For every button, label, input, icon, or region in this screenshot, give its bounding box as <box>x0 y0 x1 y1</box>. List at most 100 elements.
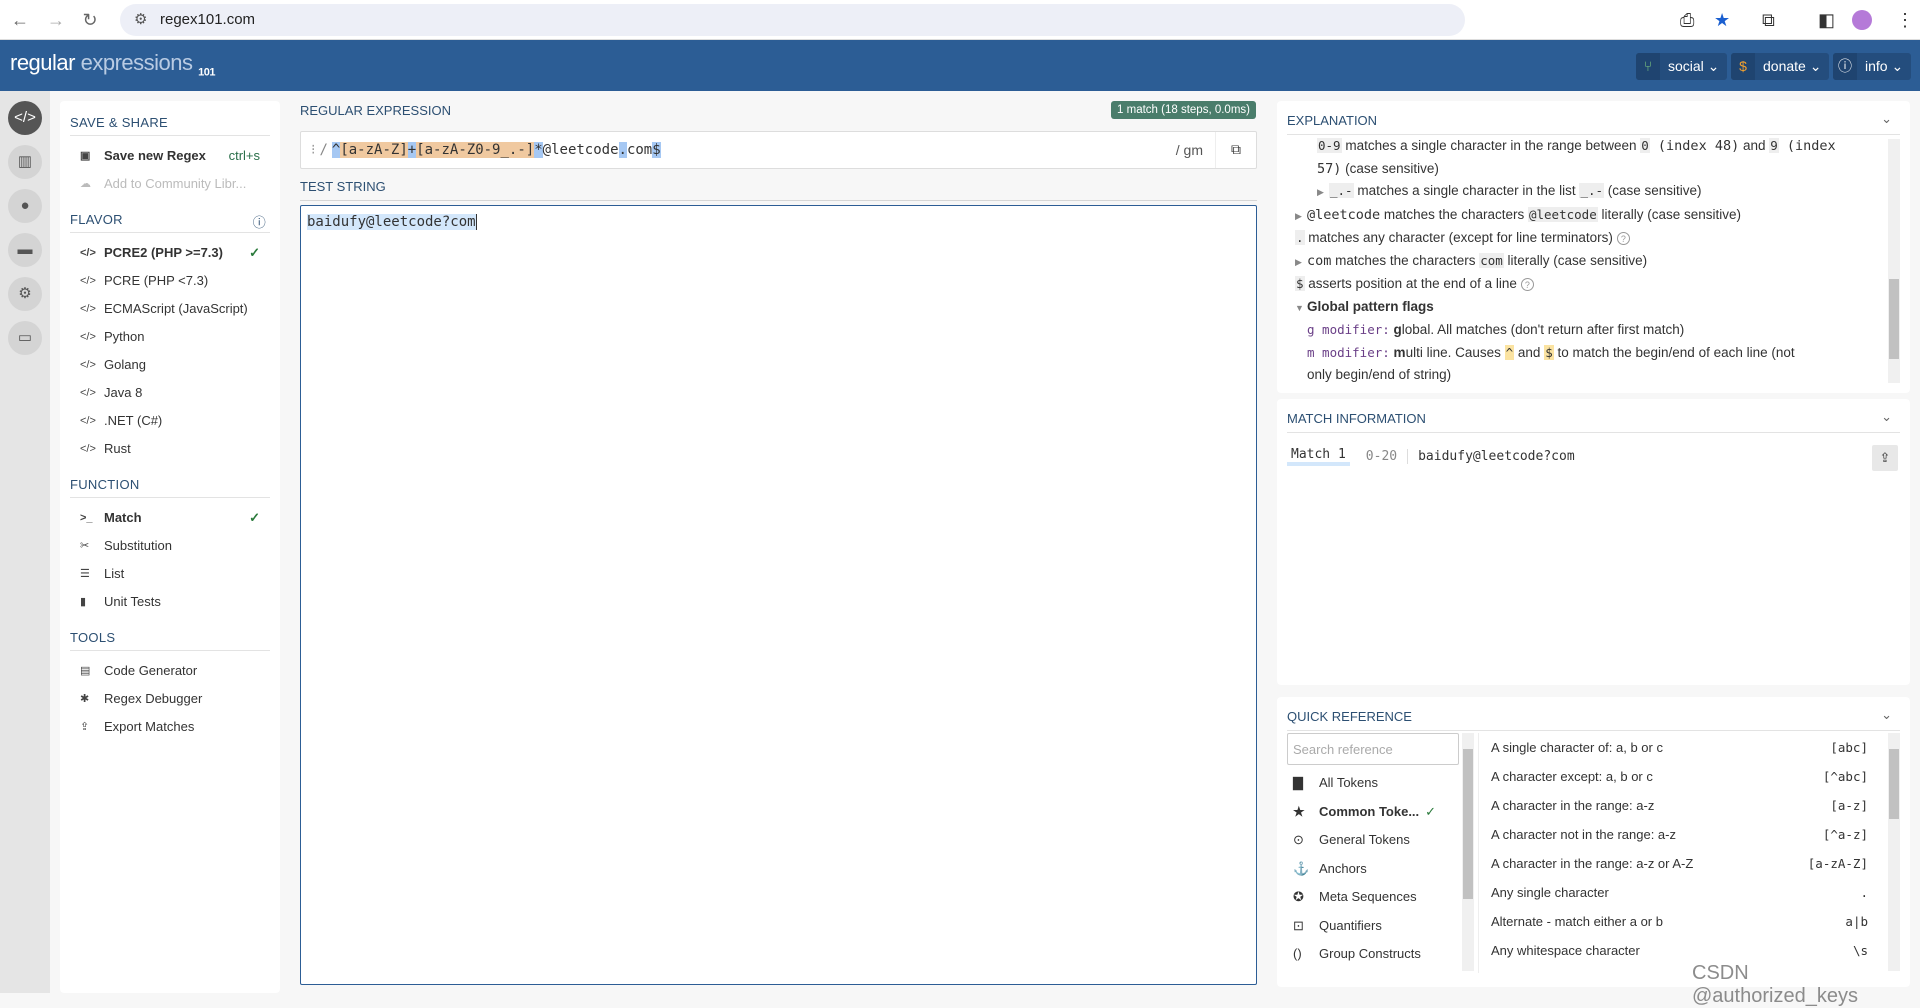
help-icon[interactable]: ⓘ <box>253 212 266 231</box>
tool-export-matches[interactable]: ⇪ Export Matches <box>70 713 270 741</box>
quick-reference-panel: QUICK REFERENCE ⌄ Search reference ▇ All T… <box>1277 697 1910 987</box>
info-icon: ⓘ <box>1833 53 1857 80</box>
regex-flags[interactable]: / gm <box>1176 132 1216 168</box>
settings-gear-icon[interactable]: ⚙ <box>8 277 42 311</box>
scissors-icon: ✂ <box>80 540 90 552</box>
code-icon: </> <box>80 275 96 287</box>
site-info-icon[interactable]: ⚙ <box>134 4 147 36</box>
dot-circle-icon: ⊙ <box>1293 832 1304 847</box>
category-meta-sequences[interactable]: ✪ Meta Sequences <box>1287 883 1459 912</box>
back-icon[interactable]: ← <box>8 8 32 32</box>
category-quantifiers[interactable]: ⊡ Quantifiers <box>1287 912 1459 941</box>
tool-code-generator[interactable]: ▤ Code Generator <box>70 657 270 685</box>
copy-icon[interactable]: ⧉ <box>1216 142 1256 158</box>
forward-icon[interactable]: → <box>44 8 68 32</box>
match-status-badge: 1 match (18 steps, 0.0ms) <box>1111 101 1256 119</box>
code-icon[interactable]: </> <box>8 101 42 135</box>
category-general-tokens[interactable]: ⊙ General Tokens <box>1287 826 1459 855</box>
help-icon[interactable]: ? <box>1616 232 1630 245</box>
flavor-python[interactable]: </> Python <box>70 323 270 351</box>
info-button[interactable]: ⓘ info ⌄ <box>1833 53 1912 80</box>
chevron-down-icon[interactable]: ⌄ <box>1881 707 1892 723</box>
quantifier-icon: ⊡ <box>1293 917 1304 933</box>
help-icon[interactable]: ? <box>1520 278 1534 291</box>
category-group-constructs[interactable]: () Group Constructs <box>1287 940 1459 969</box>
donate-button[interactable]: $ donate ⌄ <box>1731 53 1830 80</box>
parentheses-icon: () <box>1293 946 1302 961</box>
extensions-icon[interactable]: ⧉ <box>1762 8 1775 32</box>
code-icon: </> <box>80 331 96 343</box>
function-substitution[interactable]: ✂ Substitution <box>70 532 270 560</box>
test-string-input[interactable]: baidufy@leetcode?com <box>300 205 1257 985</box>
drag-handle-icon[interactable]: ⁝ <box>301 142 319 158</box>
reference-row[interactable]: Any whitespace character \s <box>1479 936 1878 965</box>
terminal-icon: >_ <box>80 512 93 524</box>
explanation-panel: EXPLANATION ⌄ 0-9 matches a single charac… <box>1277 101 1910 393</box>
star-icon: ★ <box>1293 803 1305 819</box>
lifebuoy-icon: ✪ <box>1293 889 1304 904</box>
categories-scrollbar[interactable] <box>1462 733 1474 971</box>
profile-avatar[interactable] <box>1852 10 1872 30</box>
flavor-golang[interactable]: </> Golang <box>70 351 270 379</box>
regex-label: REGULAR EXPRESSION <box>300 103 451 118</box>
tools-heading: TOOLS <box>70 626 270 651</box>
tool-regex-debugger[interactable]: ✱ Regex Debugger <box>70 685 270 713</box>
match-info-title: MATCH INFORMATION <box>1287 411 1426 426</box>
flavor-ecmascript[interactable]: </> ECMAScript (JavaScript) <box>70 295 270 323</box>
export-icon[interactable]: ⇪ <box>1872 445 1898 471</box>
search-reference-input[interactable]: Search reference <box>1287 733 1459 765</box>
url-text: regex101.com <box>160 11 256 28</box>
category-all-tokens[interactable]: ▇ All Tokens <box>1287 769 1459 798</box>
category-anchors[interactable]: ⚓ Anchors <box>1287 855 1459 884</box>
bookmark-star-icon[interactable]: ★ <box>1714 8 1730 32</box>
quick-ref-title: QUICK REFERENCE <box>1287 709 1412 724</box>
regex-input[interactable]: ⁝ / ^ [a-zA-Z] + [a-zA-Z0-9_.-] * @leetcode. co… <box>300 131 1257 169</box>
match-information-panel: MATCH INFORMATION ⌄ Match 1 0-20 baidufy@… <box>1277 399 1910 685</box>
file-code-icon: ▤ <box>80 665 91 677</box>
reference-row[interactable]: Any single character. <box>1479 878 1878 907</box>
reference-row[interactable]: A single character of: a, b or c [abc] <box>1479 733 1878 762</box>
function-match[interactable]: >_ Match ✓ <box>70 504 270 532</box>
browser-toolbar: ← → ↻ ⚙ regex101.com ⎙ ★ ⧉ ◧ ⋮ <box>0 0 1920 40</box>
add-community-button[interactable]: ☁ Add to Community Libr... <box>70 170 270 198</box>
icon-rail: </> ▥ ● ▬ ⚙ ▭ <box>0 91 50 993</box>
stack-icon: ▇ <box>1293 775 1303 790</box>
chat-icon[interactable]: ▭ <box>8 321 42 355</box>
list-icon: ☰ <box>80 568 90 580</box>
library-icon[interactable]: ▥ <box>8 145 42 179</box>
address-bar[interactable]: ⚙ regex101.com <box>120 4 1465 36</box>
sidepanel-icon[interactable]: ◧ <box>1818 8 1835 32</box>
function-list[interactable]: ☰ List <box>70 560 270 588</box>
reference-row[interactable]: A character in the range: a-z [a-z] <box>1479 791 1878 820</box>
social-button[interactable]: ⑂ social ⌄ <box>1636 53 1728 80</box>
reference-row[interactable]: A character in the range: a-z or A-Z [a-z… <box>1479 849 1878 878</box>
menu-icon[interactable]: ⋮ <box>1896 8 1914 32</box>
reference-row[interactable]: A character except: a, b or c [^abc] <box>1479 762 1878 791</box>
flavor-pcre[interactable]: </> PCRE (PHP <7.3) <box>70 267 270 295</box>
flavor-rust[interactable]: </> Rust <box>70 435 270 463</box>
save-new-regex-button[interactable]: ▣ Save new Regex ctrl+s <box>70 142 270 170</box>
flavor-heading: FLAVOR ⓘ <box>70 208 270 233</box>
gamepad-icon[interactable]: ▬ <box>8 233 42 267</box>
reference-row[interactable]: Alternate - match either a or b a|b <box>1479 907 1878 936</box>
floppy-icon: ▣ <box>80 150 91 162</box>
match-row[interactable]: Match 1 0-20 baidufy@leetcode?com <box>1287 447 1900 466</box>
logo[interactable]: regular expressions 101 <box>10 50 215 78</box>
explanation-scrollbar[interactable] <box>1888 139 1900 383</box>
chevron-down-icon[interactable]: ⌄ <box>1881 111 1892 127</box>
install-app-icon[interactable]: ⎙ <box>1680 8 1694 32</box>
reference-row[interactable]: A character not in the range: a-z [^a-z] <box>1479 820 1878 849</box>
check-icon: ✓ <box>1425 803 1437 819</box>
cloud-upload-icon: ☁ <box>80 178 91 190</box>
reference-scrollbar[interactable] <box>1888 733 1900 971</box>
user-icon[interactable]: ● <box>8 189 42 223</box>
check-icon: ✓ <box>249 510 260 525</box>
flavor-pcre2[interactable]: </> PCRE2 (PHP >=7.3) ✓ <box>70 239 270 267</box>
flavor-dotnet[interactable]: </> .NET (C#) <box>70 407 270 435</box>
flavor-java[interactable]: </> Java 8 <box>70 379 270 407</box>
reload-icon[interactable]: ↻ <box>78 8 102 32</box>
code-icon: </> <box>80 387 96 399</box>
function-unit-tests[interactable]: ▮ Unit Tests <box>70 588 270 616</box>
category-common-tokens[interactable]: ★ Common Toke... ✓ <box>1287 798 1459 827</box>
chevron-down-icon[interactable]: ⌄ <box>1881 409 1892 425</box>
